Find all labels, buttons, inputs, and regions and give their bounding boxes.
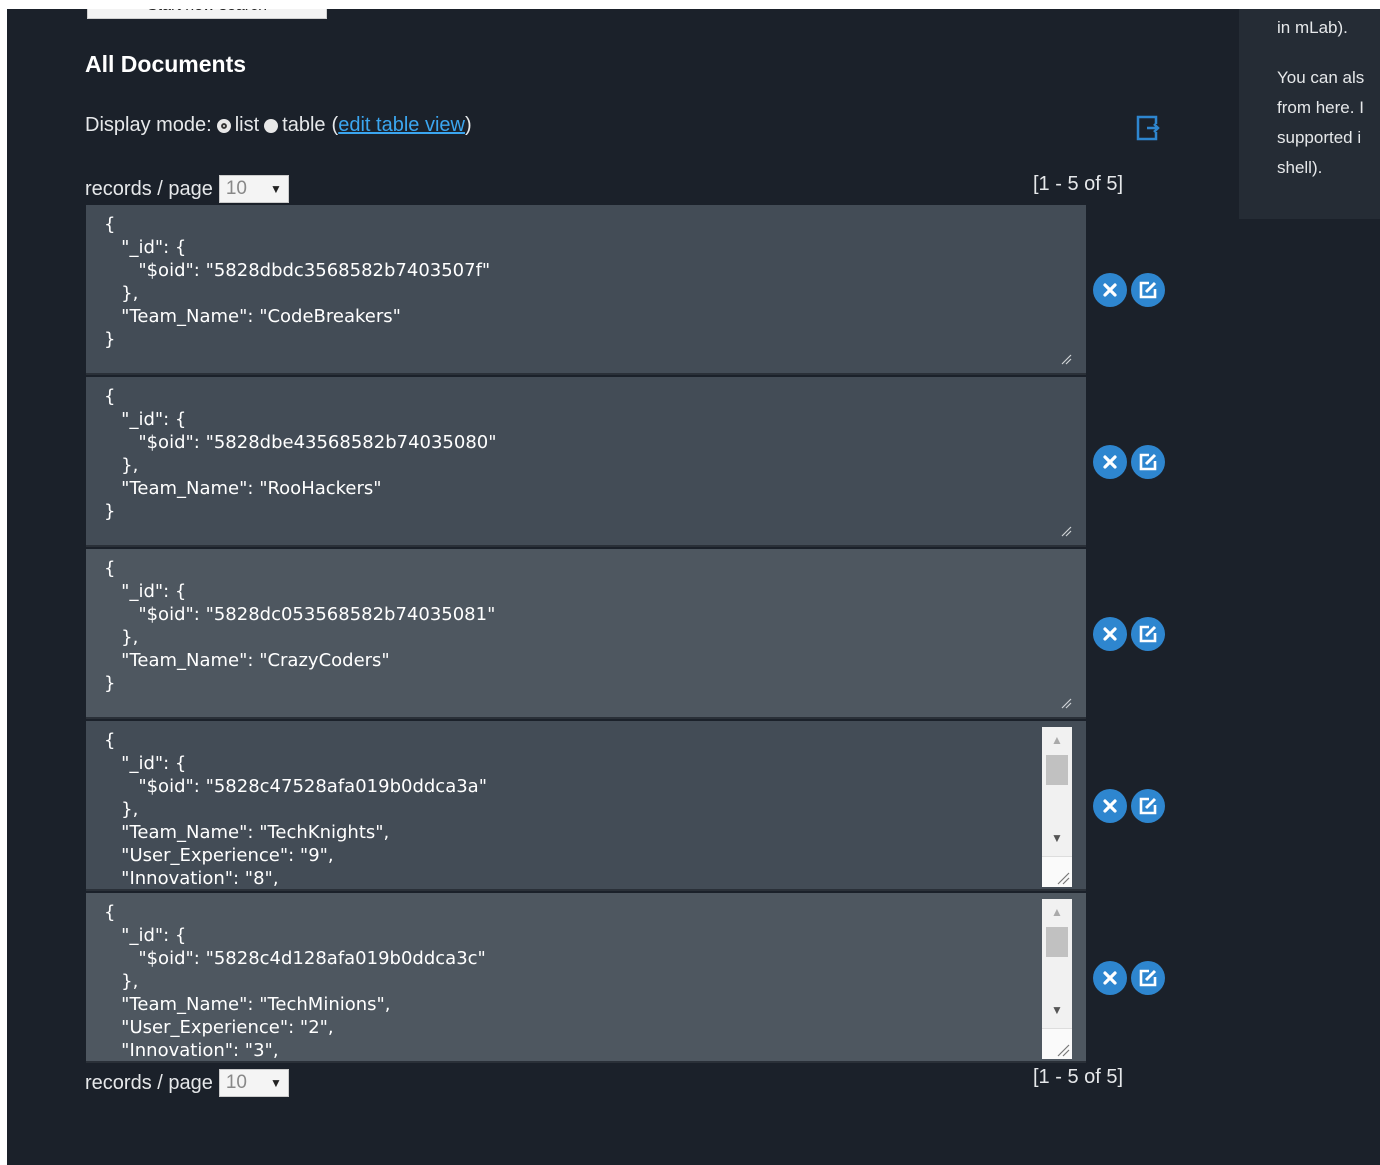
document-actions <box>1093 961 1165 995</box>
resize-grip-icon <box>1057 1044 1070 1057</box>
document-textarea[interactable]: { "_id": { "$oid": "5828dc053568582b7403… <box>86 549 1086 719</box>
document-actions <box>1093 445 1165 479</box>
resize-grip-icon[interactable] <box>1060 697 1072 709</box>
records-per-page-value: 10 <box>225 1072 247 1093</box>
scrollbar-thumb[interactable] <box>1046 755 1068 785</box>
open-paren: ( <box>331 114 339 136</box>
records-per-page-value: 10 <box>225 178 247 199</box>
document-actions <box>1093 273 1165 307</box>
document-textarea[interactable]: { "_id": { "$oid": "5828c4d128afa019b0dd… <box>86 893 1086 1063</box>
record-range-bottom: [1 - 5 of 5] <box>1033 1066 1124 1088</box>
scrollbar-thumb[interactable] <box>1046 927 1068 957</box>
close-icon <box>1103 627 1117 641</box>
record-range-top: [1 - 5 of 5] <box>1033 173 1124 195</box>
help-text-line: shell). <box>1277 158 1323 177</box>
edit-document-button[interactable] <box>1131 273 1165 307</box>
document-textarea[interactable]: { "_id": { "$oid": "5828dbe43568582b7403… <box>86 377 1086 547</box>
edit-icon <box>1139 625 1157 643</box>
records-per-page-select[interactable]: 10 ▼ <box>218 175 289 203</box>
close-icon <box>1103 283 1117 297</box>
records-per-page-top: records / page 10 ▼ <box>85 175 289 203</box>
app-window: Start new search in mLab). You can als f… <box>7 9 1380 1165</box>
delete-document-button[interactable] <box>1093 273 1127 307</box>
close-icon <box>1103 799 1117 813</box>
edit-document-button[interactable] <box>1131 617 1165 651</box>
close-icon <box>1103 971 1117 985</box>
document-textarea[interactable]: { "_id": { "$oid": "5828c47528afa019b0dd… <box>86 721 1086 891</box>
page-title: All Documents <box>85 51 247 77</box>
resize-corner[interactable] <box>1042 856 1072 887</box>
list-radio[interactable] <box>216 118 231 133</box>
records-per-page-label: records / page <box>85 1071 213 1094</box>
resize-grip-icon <box>1057 872 1070 885</box>
delete-document-button[interactable] <box>1093 617 1127 651</box>
edit-document-button[interactable] <box>1131 789 1165 823</box>
edit-icon <box>1139 453 1157 471</box>
document-actions <box>1093 617 1165 651</box>
display-mode-label: Display mode: <box>85 114 212 136</box>
document-actions <box>1093 789 1165 823</box>
dropdown-caret-icon: ▼ <box>269 182 282 196</box>
delete-document-button[interactable] <box>1093 789 1127 823</box>
document-json: { "_id": { "$oid": "5828c47528afa019b0dd… <box>104 730 487 889</box>
table-radio[interactable] <box>264 118 279 133</box>
resize-grip-icon[interactable] <box>1060 525 1072 537</box>
export-icon[interactable] <box>1135 113 1165 143</box>
scroll-up-arrow-icon[interactable]: ▲ <box>1042 729 1072 751</box>
document-json: { "_id": { "$oid": "5828c4d128afa019b0dd… <box>104 902 486 1061</box>
edit-icon <box>1139 281 1157 299</box>
document-scrollbar[interactable]: ▲ ▼ <box>1042 899 1072 1059</box>
scroll-down-arrow-icon[interactable]: ▼ <box>1042 827 1072 849</box>
delete-document-button[interactable] <box>1093 961 1127 995</box>
dropdown-caret-icon: ▼ <box>269 1076 282 1090</box>
scroll-up-arrow-icon[interactable]: ▲ <box>1042 901 1072 923</box>
document-scrollbar[interactable]: ▲ ▼ <box>1042 727 1072 887</box>
document-json: { "_id": { "$oid": "5828dbe43568582b7403… <box>104 386 497 522</box>
document-json: { "_id": { "$oid": "5828dbdc3568582b7403… <box>104 214 491 350</box>
records-per-page-label: records / page <box>85 177 213 200</box>
document-textarea[interactable]: { "_id": { "$oid": "5828dbdc3568582b7403… <box>86 205 1086 375</box>
resize-corner[interactable] <box>1042 1028 1072 1059</box>
help-text-line: in mLab). <box>1277 18 1348 37</box>
start-new-search-button[interactable]: Start new search <box>87 9 327 19</box>
display-mode-row: Display mode: list table (edit table vie… <box>85 114 472 137</box>
help-side-panel: in mLab). You can als from here. I suppo… <box>1239 9 1380 219</box>
help-text-line: supported i <box>1277 128 1362 147</box>
help-paragraph: You can als from here. I supported i she… <box>1239 63 1380 183</box>
resize-grip-icon[interactable] <box>1060 353 1072 365</box>
list-radio-label[interactable]: list <box>235 114 259 137</box>
close-paren: ) <box>464 114 472 136</box>
edit-document-button[interactable] <box>1131 445 1165 479</box>
close-icon <box>1103 455 1117 469</box>
delete-document-button[interactable] <box>1093 445 1127 479</box>
scroll-down-arrow-icon[interactable]: ▼ <box>1042 999 1072 1021</box>
help-text-line: from here. I <box>1277 98 1364 117</box>
edit-icon <box>1139 969 1157 987</box>
document-json: { "_id": { "$oid": "5828dc053568582b7403… <box>104 558 496 694</box>
records-per-page-bottom: records / page 10 ▼ <box>85 1069 289 1097</box>
edit-document-button[interactable] <box>1131 961 1165 995</box>
records-per-page-select[interactable]: 10 ▼ <box>218 1069 289 1097</box>
help-text-line: You can als <box>1277 68 1365 87</box>
edit-table-view-link[interactable]: edit table view <box>338 114 465 137</box>
table-radio-label[interactable]: table <box>282 114 325 137</box>
edit-icon <box>1139 797 1157 815</box>
